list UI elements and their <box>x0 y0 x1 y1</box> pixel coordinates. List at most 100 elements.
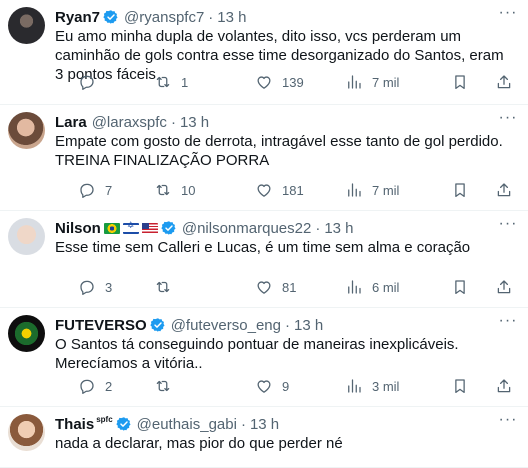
bookmark-button[interactable] <box>451 180 469 200</box>
verified-badge-icon <box>161 221 176 235</box>
reply-tweet[interactable]: Thais spfc @euthais_gabi · 13 h ··· nada… <box>0 407 528 468</box>
retweet-count: 1 <box>181 74 189 90</box>
action-bar: 7 10 181 7 mil <box>55 180 516 200</box>
share-icon <box>497 75 511 89</box>
reply-button[interactable]: 3 <box>78 277 112 297</box>
verified-badge-icon <box>115 417 131 431</box>
tweet-text: nada a declarar, mas pior do que perder … <box>55 435 343 452</box>
handle[interactable]: @futeverso_eng <box>171 317 281 334</box>
avatar[interactable] <box>8 7 45 44</box>
retweet-count: 10 <box>181 182 196 198</box>
separator-dot: · <box>315 219 321 237</box>
name-superscript: spfc <box>96 414 113 424</box>
bookmark-button[interactable] <box>451 277 469 297</box>
like-button[interactable]: 139 <box>255 72 304 92</box>
bookmark-button[interactable] <box>451 376 469 396</box>
separator-dot: · <box>284 316 290 334</box>
avatar[interactable] <box>8 112 45 149</box>
handle[interactable]: @ryanspfc7 <box>124 9 204 26</box>
bookmark-button[interactable] <box>451 72 469 92</box>
share-button[interactable] <box>495 376 513 396</box>
action-bar: 3 81 6 mil <box>55 277 516 297</box>
share-button[interactable] <box>495 72 513 92</box>
tweet-header: Nilson @nilsonmarques22 · 13 h <box>55 218 498 238</box>
heart-icon <box>257 380 271 393</box>
like-count: 181 <box>282 182 304 198</box>
views-button[interactable]: 3 mil <box>345 376 399 396</box>
timestamp[interactable]: 13 h <box>180 114 209 131</box>
reply-count: 7 <box>105 182 113 198</box>
reply-icon <box>80 379 94 394</box>
reply-tweet[interactable]: Nilson @nilsonmarques22 · 13 h ··· Esse … <box>0 211 528 308</box>
reply-tweet[interactable]: FUTEVERSO @futeverso_eng · 13 h ··· O Sa… <box>0 308 528 407</box>
views-chart-icon <box>348 183 361 197</box>
bookmark-icon <box>455 379 465 394</box>
retweet-icon <box>156 184 170 196</box>
separator-dot: · <box>208 8 214 26</box>
bookmark-icon <box>455 183 465 198</box>
separator-dot: · <box>170 113 176 131</box>
retweet-button[interactable]: 1 <box>154 72 188 92</box>
more-options-icon[interactable]: ··· <box>498 313 518 334</box>
display-name[interactable]: Ryan7 <box>55 9 100 26</box>
more-options-icon[interactable]: ··· <box>498 110 518 131</box>
display-name[interactable]: FUTEVERSO <box>55 317 147 334</box>
tweet-text: Esse time sem Calleri e Lucas, é um time… <box>55 239 471 256</box>
retweet-button[interactable] <box>154 376 181 396</box>
verified-badge-icon <box>103 10 118 24</box>
like-count: 9 <box>282 378 290 394</box>
usa-flag-icon <box>141 222 158 234</box>
more-options-icon[interactable]: ··· <box>498 5 518 26</box>
bookmark-icon <box>455 280 465 295</box>
views-button[interactable]: 7 mil <box>345 72 399 92</box>
display-name[interactable]: Lara <box>55 114 87 131</box>
reply-tweet[interactable]: Lara @laraxspfc · 13 h ··· Empate com go… <box>0 105 528 211</box>
like-button[interactable]: 81 <box>255 277 296 297</box>
timestamp[interactable]: 13 h <box>324 220 353 237</box>
avatar[interactable] <box>8 414 45 451</box>
views-chart-icon <box>348 379 361 393</box>
reply-button[interactable] <box>78 72 105 92</box>
retweet-icon <box>156 76 170 88</box>
more-options-icon[interactable]: ··· <box>498 412 518 433</box>
views-button[interactable]: 6 mil <box>345 277 399 297</box>
reply-button[interactable]: 2 <box>78 376 112 396</box>
more-options-icon[interactable]: ··· <box>498 216 518 237</box>
action-bar: 1 139 7 mil <box>55 72 516 92</box>
handle[interactable]: @nilsonmarques22 <box>182 220 311 237</box>
reply-count: 3 <box>105 279 113 295</box>
retweet-icon <box>156 281 170 293</box>
heart-icon <box>257 184 271 197</box>
reply-icon <box>80 75 94 90</box>
action-bar: 2 9 3 mil <box>55 376 516 396</box>
reply-icon <box>80 183 94 198</box>
reply-tweet[interactable]: Ryan7 @ryanspfc7 · 13 h ··· Eu amo minha… <box>0 0 528 105</box>
display-name[interactable]: Nilson <box>55 220 101 237</box>
timestamp[interactable]: 13 h <box>294 317 323 334</box>
avatar[interactable] <box>8 218 45 255</box>
retweet-button[interactable] <box>154 277 181 297</box>
tweet-text-line: Empate com gosto de derrota, intragável … <box>55 133 503 150</box>
timestamp[interactable]: 13 h <box>217 9 246 26</box>
retweet-button[interactable]: 10 <box>154 180 195 200</box>
views-chart-icon <box>348 280 361 294</box>
heart-icon <box>257 76 271 89</box>
timestamp[interactable]: 13 h <box>250 416 279 433</box>
display-name[interactable]: Thais <box>55 416 94 433</box>
replies-feed: Ryan7 @ryanspfc7 · 13 h ··· Eu amo minha… <box>0 0 528 468</box>
share-button[interactable] <box>495 277 513 297</box>
like-button[interactable]: 181 <box>255 180 304 200</box>
share-icon <box>497 280 511 294</box>
heart-icon <box>257 281 271 294</box>
view-count: 6 mil <box>372 279 400 295</box>
reply-button[interactable]: 7 <box>78 180 112 200</box>
like-button[interactable]: 9 <box>255 376 289 396</box>
reply-icon <box>80 280 94 295</box>
handle[interactable]: @laraxspfc <box>92 114 167 131</box>
avatar[interactable] <box>8 315 45 352</box>
share-button[interactable] <box>495 180 513 200</box>
handle[interactable]: @euthais_gabi <box>137 416 237 433</box>
tweet-text: O Santos tá conseguindo pontuar de manei… <box>55 336 459 372</box>
brazil-flag-icon <box>103 222 120 234</box>
views-button[interactable]: 7 mil <box>345 180 399 200</box>
